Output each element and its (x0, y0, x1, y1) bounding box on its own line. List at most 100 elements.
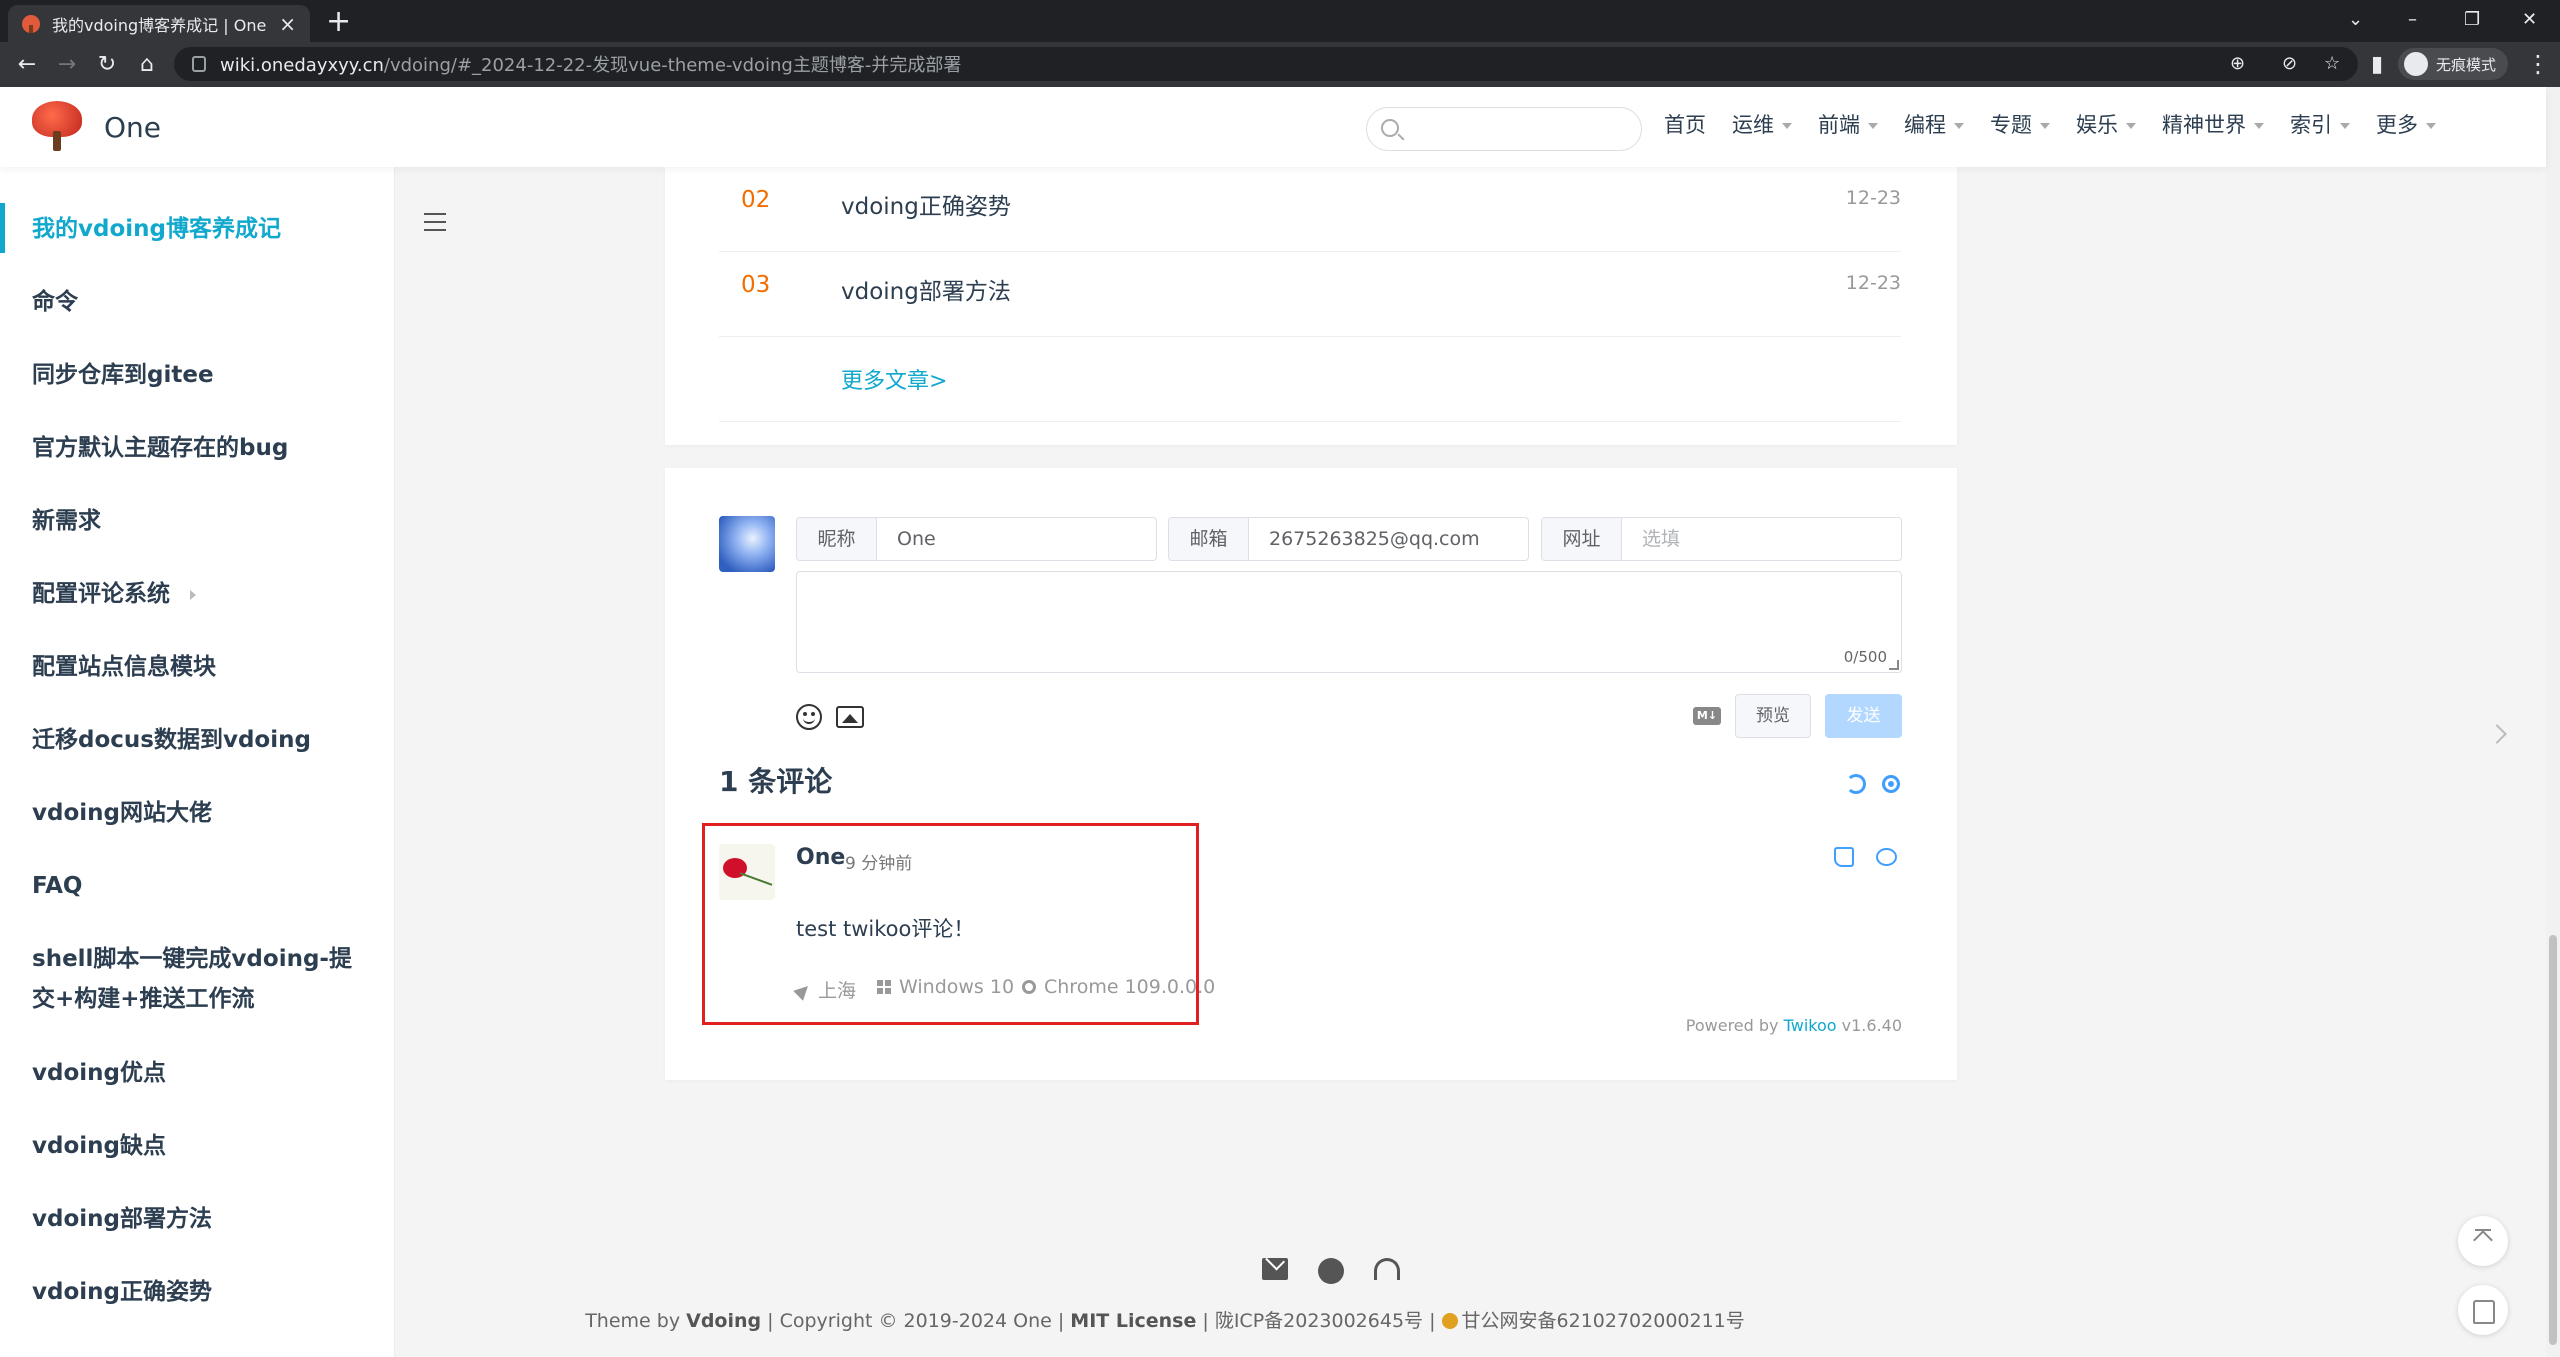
sidebar-item-comment-config[interactable]: 配置评论系统 (32, 574, 372, 614)
more-articles-row: 更多文章> (719, 337, 1901, 422)
license-link[interactable]: MIT License (1070, 1310, 1196, 1332)
favicon-icon (22, 14, 40, 33)
chevron-right-icon (190, 589, 196, 600)
scrollbar-thumb[interactable] (2549, 935, 2557, 1345)
sidebar-item-migrate-docus[interactable]: 迁移docus数据到vdoing (32, 720, 372, 760)
chrome-icon (1022, 980, 1036, 994)
url-input[interactable]: 选填 (1622, 518, 1901, 560)
comment-author[interactable]: One (796, 845, 845, 870)
resize-handle-icon[interactable] (1889, 660, 1899, 670)
tab-close-icon[interactable]: × (279, 12, 296, 36)
related-articles-card: 02 vdoing正确姿势 12-23 03 vdoing部署方法 12-23 … (665, 167, 1957, 445)
send-button[interactable]: 发送 (1825, 694, 1902, 738)
sidebar-item-new-needs[interactable]: 新需求 (32, 501, 372, 541)
emoji-icon[interactable] (796, 704, 822, 730)
minimize-button[interactable]: – (2408, 0, 2417, 42)
nav-item-home[interactable]: 首页 (1664, 109, 1706, 139)
nav-item-programming[interactable]: 编程 (1904, 109, 1964, 139)
reload-icon[interactable]: ↻ (90, 42, 124, 87)
article-row[interactable]: 03 vdoing部署方法 12-23 (719, 252, 1901, 337)
main-nav: 首页 运维 前端 编程 专题 娱乐 精神世界 索引 更多 (1664, 109, 2462, 139)
side-panel-icon[interactable]: ▮ (2360, 42, 2394, 87)
gear-icon[interactable] (1882, 775, 1900, 793)
tracking-blocked-icon[interactable]: ⊘ (2282, 47, 2297, 81)
twikoo-link[interactable]: Twikoo (1784, 1016, 1837, 1035)
tab-search-icon[interactable]: ⌄ (2348, 0, 2363, 42)
browser-tab[interactable]: 我的vdoing博客养成记 | One × (8, 5, 310, 42)
browser-menu-icon[interactable]: ⋮ (2526, 42, 2550, 87)
restore-button[interactable]: ❐ (2464, 0, 2480, 42)
article-title[interactable]: vdoing部署方法 (841, 272, 1011, 306)
zoom-icon[interactable]: ⊕ (2230, 47, 2245, 81)
more-articles-link[interactable]: 更多文章> (841, 363, 947, 395)
article-title[interactable]: vdoing正确姿势 (841, 187, 1011, 221)
sidebar-item-cons[interactable]: vdoing缺点 (32, 1126, 372, 1166)
article-number: 02 (741, 187, 771, 213)
sidebar-item-theme-bug[interactable]: 官方默认主题存在的bug (32, 428, 372, 468)
site-logo[interactable] (32, 101, 82, 151)
sidebar-item-shell-script[interactable]: shell脚本一键完成vdoing-提交+构建+推送工作流 (32, 939, 372, 1019)
sidebar-item-pros[interactable]: vdoing优点 (32, 1053, 372, 1093)
nav-item-ops[interactable]: 运维 (1732, 109, 1792, 139)
chevron-down-icon (1954, 123, 1964, 129)
comment-browser: Chrome 109.0.0.0 (1022, 976, 1215, 998)
url-field[interactable]: 网址 选填 (1541, 517, 1902, 561)
article-row[interactable]: 02 vdoing正确姿势 12-23 (719, 167, 1901, 252)
sidebar-item-vdoing-sites[interactable]: vdoing网站大佬 (32, 793, 372, 833)
mail-icon[interactable] (1262, 1258, 1288, 1280)
theme-toggle-button[interactable] (2458, 1285, 2508, 1335)
sidebar-toggle-icon[interactable] (424, 213, 446, 231)
theme-link[interactable]: Vdoing (686, 1310, 761, 1332)
comment-textarea[interactable]: 0/500 (796, 571, 1902, 673)
chevron-down-icon (2426, 123, 2436, 129)
image-upload-icon[interactable] (836, 706, 864, 728)
icp-link[interactable]: | 陇ICP备2023002645号 | (1196, 1310, 1441, 1332)
sidebar-item-deploy[interactable]: vdoing部署方法 (32, 1199, 372, 1239)
markdown-icon[interactable]: M↓ (1693, 707, 1721, 725)
nav-item-more[interactable]: 更多 (2376, 109, 2436, 139)
nick-input[interactable]: One (877, 518, 1156, 560)
nav-item-index[interactable]: 索引 (2290, 109, 2350, 139)
comment-location: 上海 (796, 976, 856, 1003)
comment-time: 9 分钟前 (845, 854, 913, 874)
forward-icon[interactable]: → (50, 42, 84, 87)
email-input[interactable]: 2675263825@qq.com (1249, 518, 1528, 560)
site-name[interactable]: One (104, 111, 161, 144)
nav-item-fun[interactable]: 娱乐 (2076, 109, 2136, 139)
sidebar-item-site-info[interactable]: 配置站点信息模块 (32, 647, 372, 687)
back-icon[interactable]: ← (10, 42, 44, 87)
nav-item-spirit[interactable]: 精神世界 (2162, 109, 2264, 139)
search-input[interactable] (1366, 107, 1642, 151)
refresh-icon[interactable] (1846, 774, 1866, 794)
bookmark-star-icon[interactable]: ☆ (2324, 47, 2340, 81)
lock-icon[interactable] (192, 56, 206, 72)
address-bar[interactable]: wiki.onedayxyy.cn/vdoing/#_2024-12-22-发现… (174, 47, 2358, 81)
sidebar-item-commands[interactable]: 命令 (32, 282, 372, 322)
sidebar-item-faq[interactable]: FAQ (32, 866, 372, 906)
footer-text: Theme by Vdoing | Copyright © 2019-2024 … (585, 1310, 1745, 1332)
police-badge-icon (1441, 1313, 1458, 1329)
nick-field[interactable]: 昵称 One (796, 517, 1157, 561)
windows-icon (877, 980, 891, 994)
char-counter: 0/500 (1843, 648, 1887, 666)
email-field[interactable]: 邮箱 2675263825@qq.com (1168, 517, 1529, 561)
incognito-indicator[interactable]: 无痕模式 (2398, 48, 2509, 80)
powered-by: Powered by Twikoo v1.6.40 (1685, 1016, 1902, 1035)
police-link[interactable]: 甘公网安备62102702000211号 (1462, 1310, 1745, 1332)
like-icon[interactable] (1834, 847, 1854, 867)
new-tab-button[interactable]: + (326, 4, 351, 40)
github-icon[interactable] (1318, 1258, 1344, 1284)
nav-item-frontend[interactable]: 前端 (1818, 109, 1878, 139)
sidebar-item-my-vdoing[interactable]: 我的vdoing博客养成记 (32, 209, 372, 249)
headphones-icon[interactable] (1374, 1258, 1400, 1280)
sidebar-item-sync-gitee[interactable]: 同步仓库到gitee (32, 355, 372, 395)
nav-item-topics[interactable]: 专题 (1990, 109, 2050, 139)
incognito-icon (2404, 52, 2428, 76)
page-scrollbar[interactable] (2546, 87, 2560, 1357)
home-icon[interactable]: ⌂ (130, 42, 164, 87)
preview-button[interactable]: 预览 (1735, 694, 1811, 738)
back-to-top-button[interactable] (2458, 1216, 2508, 1266)
close-window-button[interactable]: ✕ (2522, 0, 2537, 42)
reply-icon[interactable] (1876, 848, 1897, 866)
next-page-icon[interactable] (2487, 724, 2507, 744)
